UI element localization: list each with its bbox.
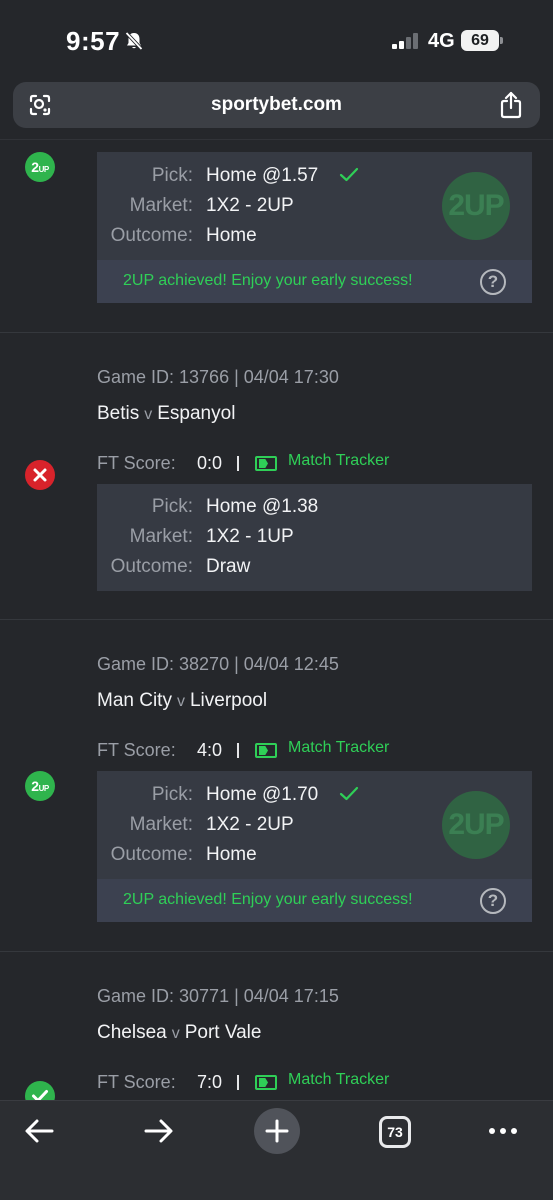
- game-card: Game ID: 30771 | 04/04 17:15 Chelsea v Por…: [0, 952, 553, 1100]
- away-team: Liverpool: [189, 690, 268, 711]
- pick-details: Pick: Home @1.38 Market: 1X2 - 1UP Outco…: [97, 484, 532, 591]
- share-icon[interactable]: [499, 91, 523, 119]
- pick-value: Home @1.70: [206, 784, 319, 805]
- pick-label: Pick:: [151, 784, 193, 805]
- game-card: Game ID: 38270 | 04/04 12:45 Man City v Li…: [0, 620, 553, 952]
- ft-score-value: 0:0: [197, 453, 223, 473]
- 2up-badge-icon: 2UP: [25, 152, 55, 182]
- market-value: 1X2 - 2UP: [206, 814, 294, 835]
- game-id: Game ID: 30771 | 04/04 17:15: [97, 986, 339, 1006]
- market-label: Market:: [129, 814, 193, 835]
- outcome-value: Home: [206, 225, 257, 246]
- more-options-icon[interactable]: [482, 1111, 526, 1155]
- tabs-button[interactable]: 73: [379, 1116, 411, 1148]
- match-tracker-link[interactable]: Match Tracker: [288, 739, 389, 757]
- status-bar: 9:57 4G 69: [0, 0, 553, 82]
- separator: [237, 1075, 239, 1090]
- pick-details: Pick: Home @1.57 Market: 1X2 - 2UP Outco…: [97, 152, 532, 260]
- address-bar[interactable]: sportybet.com: [13, 82, 540, 128]
- home-team: Man City: [97, 690, 172, 711]
- match-tracker-icon[interactable]: [255, 1075, 277, 1090]
- away-team: Espanyol: [157, 403, 236, 424]
- battery-tip: [500, 37, 503, 44]
- 2up-watermark-icon: 2UP: [442, 172, 510, 240]
- vs-label: v: [171, 1025, 180, 1042]
- match-teams: Chelsea v Port Vale: [97, 1022, 261, 1044]
- outcome-value: Draw: [206, 556, 251, 577]
- match-tracker-link[interactable]: Match Tracker: [288, 452, 389, 470]
- network-type: 4G: [428, 30, 455, 52]
- help-icon[interactable]: ?: [480, 888, 506, 914]
- check-icon: [339, 167, 359, 182]
- outcome-value: Home: [206, 844, 257, 865]
- 2up-watermark-icon: 2UP: [442, 791, 510, 859]
- match-tracker-icon[interactable]: [255, 743, 277, 758]
- new-tab-button[interactable]: [254, 1108, 300, 1154]
- game-card: Game ID: 13766 | 04/04 17:30 Betis v Espan…: [0, 333, 553, 620]
- match-teams: Man City v Liverpool: [97, 690, 267, 712]
- match-teams: Betis v Espanyol: [97, 403, 235, 425]
- outcome-label: Outcome:: [110, 225, 193, 246]
- achievement-text: 2UP achieved! Enjoy your early success!: [123, 891, 413, 908]
- forward-arrow-icon[interactable]: [136, 1111, 180, 1155]
- separator: [237, 456, 239, 471]
- away-team: Port Vale: [184, 1022, 262, 1043]
- match-tracker-icon[interactable]: [255, 456, 277, 471]
- ft-score-value: 4:0: [197, 740, 223, 760]
- home-team: Betis: [97, 403, 140, 424]
- vs-label: v: [144, 406, 153, 423]
- pick-value: Home @1.57: [206, 165, 319, 186]
- pick-value: Home @1.38: [206, 496, 319, 517]
- achievement-banner: 2UP achieved! Enjoy your early success! …: [97, 879, 532, 922]
- check-icon: [339, 786, 359, 801]
- bet-history-list[interactable]: 2UP Pick: Home @1.57 Market: 1X2 - 2UP O…: [0, 140, 553, 1100]
- ft-score-label: FT Score:: [97, 1072, 176, 1092]
- ft-score-label: FT Score:: [97, 740, 176, 760]
- market-label: Market:: [129, 195, 193, 216]
- url-text[interactable]: sportybet.com: [13, 94, 540, 116]
- market-value: 1X2 - 1UP: [206, 526, 294, 547]
- won-check-icon: [25, 1081, 55, 1100]
- pick-details: Pick: Home @1.70 Market: 1X2 - 2UP Outco…: [97, 771, 532, 879]
- market-row: Market: 1X2 - 1UP: [97, 526, 532, 552]
- market-label: Market:: [129, 526, 193, 547]
- back-arrow-icon[interactable]: [18, 1111, 62, 1155]
- cellular-signal-icon: [392, 33, 420, 49]
- pick-label: Pick:: [151, 496, 193, 517]
- match-tracker-link[interactable]: Match Tracker: [288, 1071, 389, 1089]
- game-card: 2UP Pick: Home @1.57 Market: 1X2 - 2UP O…: [0, 140, 553, 333]
- browser-toolbar: 73: [0, 1100, 553, 1200]
- 2up-badge-icon: 2UP: [25, 771, 55, 801]
- achievement-text: 2UP achieved! Enjoy your early success!: [123, 272, 413, 289]
- market-value: 1X2 - 2UP: [206, 195, 294, 216]
- silent-bell-icon: [125, 31, 143, 51]
- ft-score-label: FT Score:: [97, 453, 176, 473]
- plus-icon: [265, 1119, 289, 1143]
- outcome-row: Outcome: Draw: [97, 556, 532, 582]
- outcome-label: Outcome:: [110, 556, 193, 577]
- game-id: Game ID: 38270 | 04/04 12:45: [97, 654, 339, 674]
- vs-label: v: [176, 693, 185, 710]
- ft-score-value: 7:0: [197, 1072, 223, 1092]
- status-time: 9:57: [66, 26, 121, 56]
- battery-icon: 69: [461, 30, 499, 51]
- help-icon[interactable]: ?: [480, 269, 506, 295]
- pick-label: Pick:: [151, 165, 193, 186]
- lost-x-icon: [25, 460, 55, 490]
- home-team: Chelsea: [97, 1022, 167, 1043]
- game-id: Game ID: 13766 | 04/04 17:30: [97, 367, 339, 387]
- achievement-banner: 2UP achieved! Enjoy your early success! …: [97, 260, 532, 303]
- pick-row: Pick: Home @1.38: [97, 496, 532, 522]
- outcome-label: Outcome:: [110, 844, 193, 865]
- separator: [237, 743, 239, 758]
